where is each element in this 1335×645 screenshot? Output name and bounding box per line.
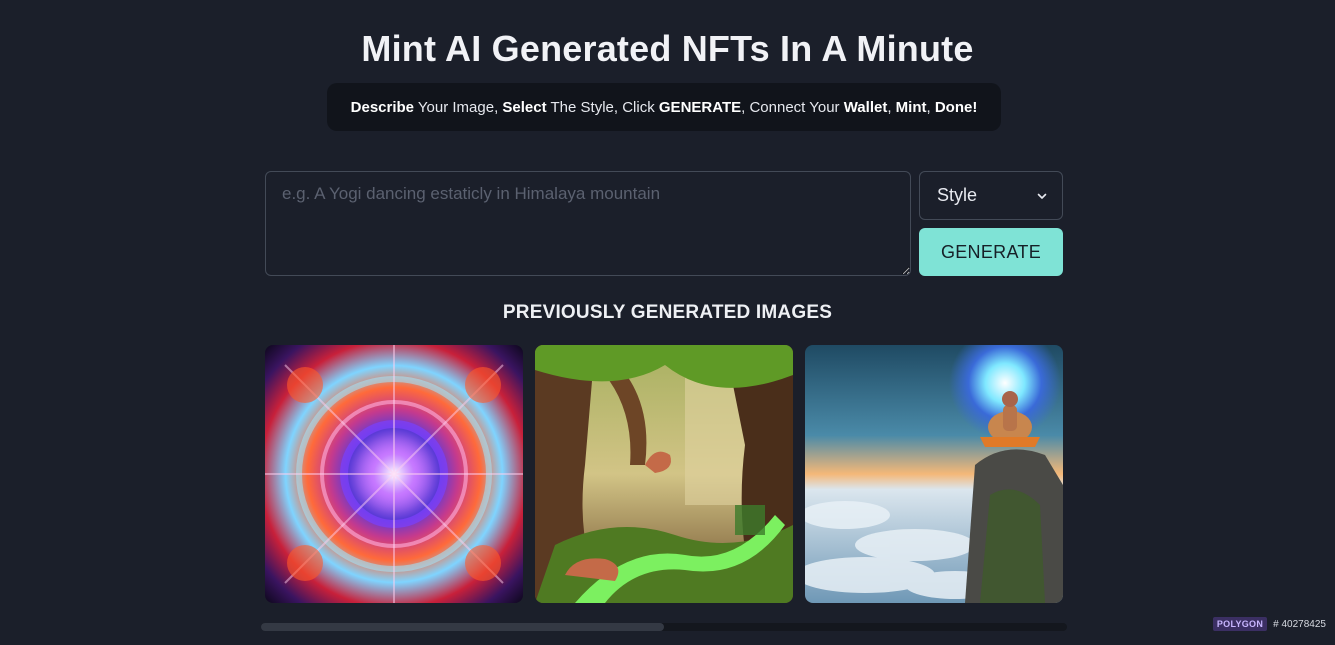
instruction-step-2: Select [502,98,547,116]
gallery-image-forest[interactable] [535,345,793,603]
forest-image [535,345,793,603]
network-status: POLYGON # 40278425 [1212,617,1326,631]
style-dropdown[interactable]: Style [919,171,1063,220]
style-dropdown-label: Style [937,185,978,205]
gallery-title: PREVIOUSLY GENERATED IMAGES [502,302,833,323]
yogi-image [805,345,1063,603]
chevron-down-icon [1037,193,1047,199]
instruction-step-0: Describe [350,98,415,116]
mandala-image [265,345,523,603]
instruction-step-10: Done! [934,98,978,116]
gallery-image-mandala[interactable] [265,345,523,603]
instruction-step-3: The Style, Click [546,98,659,116]
network-badge: POLYGON [1212,617,1268,631]
block-number: # 40278425 [1273,618,1326,630]
instruction-step-9: , [926,98,935,116]
instruction-step-6: Wallet [843,98,888,116]
gallery-scrollbar[interactable] [261,623,1067,631]
instructions-text: Describe Your Image, Select The Style, C… [351,99,978,116]
image-gallery[interactable] [265,345,1063,603]
instruction-step-7: , [887,98,896,116]
generate-button[interactable]: GENERATE [919,228,1063,276]
instruction-step-5: , Connect Your [741,98,844,116]
page-title: Mint AI Generated NFTs In A Minute [361,28,974,69]
gallery-image-yogi[interactable] [805,345,1063,603]
instruction-step-8: Mint [895,98,927,116]
prompt-textarea[interactable] [265,171,911,276]
gallery-scrollbar-thumb[interactable] [261,623,664,631]
instruction-step-1: Your Image, [414,98,503,116]
instruction-step-4: GENERATE [658,98,742,116]
instructions-banner: Describe Your Image, Select The Style, C… [327,83,1001,131]
